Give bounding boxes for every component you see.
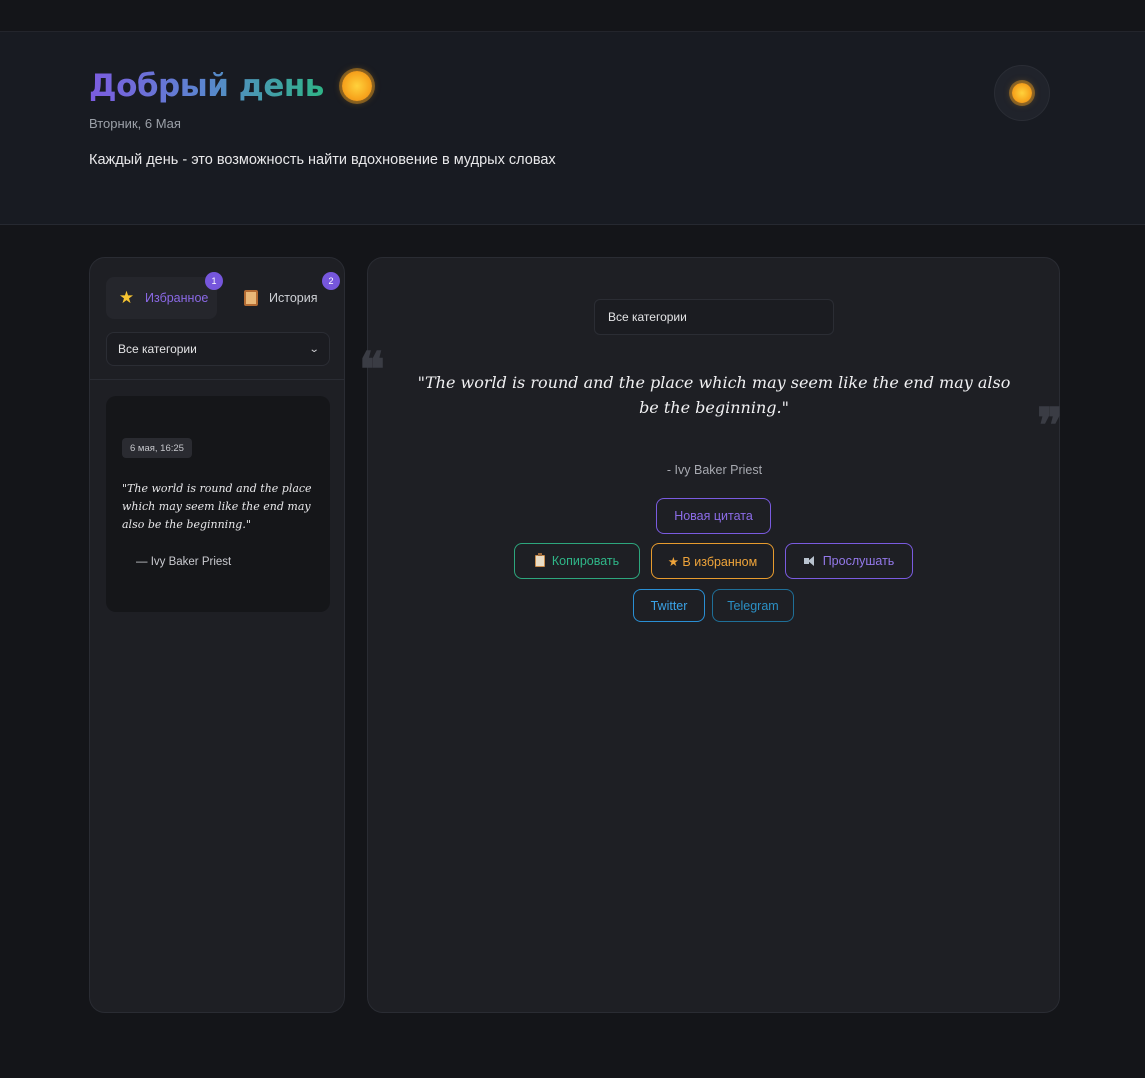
current-date: Вторник, 6 Мая <box>89 116 181 131</box>
new-quote-button[interactable]: Новая цитата <box>656 498 771 534</box>
new-quote-label: Новая цитата <box>674 509 753 523</box>
greeting-title: Добрый день <box>89 68 324 104</box>
greeting: Добрый день <box>89 68 372 104</box>
favorite-label: ★ В избранном <box>667 554 758 569</box>
clipboard-icon <box>534 553 545 567</box>
header: Добрый день Вторник, 6 Мая Каждый день -… <box>0 32 1145 225</box>
sidebar: ★ Избранное 1 История 2 Все категории ⌄ … <box>89 257 345 1013</box>
theme-toggle-button[interactable] <box>994 65 1050 121</box>
divider <box>90 379 344 380</box>
close-quote-icon: ❞ <box>1037 398 1063 454</box>
speaker-icon <box>803 556 816 566</box>
history-count-badge: 2 <box>322 272 340 290</box>
favorites-count-badge: 1 <box>205 272 223 290</box>
listen-label: Прослушать <box>822 554 895 568</box>
favorite-quote-card[interactable]: 6 мая, 16:25 "The world is round and the… <box>106 396 330 612</box>
sun-icon <box>1012 83 1032 103</box>
sidebar-category-value: Все категории <box>118 342 197 356</box>
card-quote-text: "The world is round and the place which … <box>122 482 312 531</box>
sun-icon <box>341 71 372 101</box>
quote-author: - Ivy Baker Priest <box>666 463 763 477</box>
category-select[interactable]: Все категории <box>594 299 834 335</box>
card-timestamp: 6 мая, 16:25 <box>122 438 192 458</box>
telegram-label: Telegram <box>727 598 779 613</box>
tab-favorites-label: Избранное <box>145 291 209 305</box>
chevron-down-icon: ⌄ <box>308 343 320 355</box>
share-twitter-button[interactable]: Twitter <box>633 589 705 622</box>
top-strip <box>0 0 1145 32</box>
tab-history[interactable]: История 2 <box>230 272 340 319</box>
motto-text: Каждый день - это возможность найти вдох… <box>89 152 556 168</box>
copy-button[interactable]: Копировать <box>514 543 640 579</box>
scroll-icon <box>242 290 259 307</box>
listen-button[interactable]: Прослушать <box>785 543 913 579</box>
sidebar-category-select[interactable]: Все категории ⌄ <box>106 332 330 366</box>
tab-favorites[interactable]: ★ Избранное 1 <box>106 272 223 319</box>
favorite-button[interactable]: ★ В избранном <box>651 543 774 579</box>
quote-text: "The world is round and the place which … <box>417 373 1011 417</box>
share-telegram-button[interactable]: Telegram <box>712 589 794 622</box>
quote-panel: Все категории ❝ "The world is round and … <box>359 257 1063 1013</box>
star-icon: ★ <box>118 288 135 307</box>
twitter-label: Twitter <box>650 598 688 613</box>
tab-history-label: История <box>269 291 318 305</box>
category-select-value: Все категории <box>608 310 687 324</box>
copy-label: Копировать <box>551 554 620 568</box>
open-quote-icon: ❝ <box>359 342 385 398</box>
card-author: — Ivy Baker Priest <box>136 556 232 568</box>
